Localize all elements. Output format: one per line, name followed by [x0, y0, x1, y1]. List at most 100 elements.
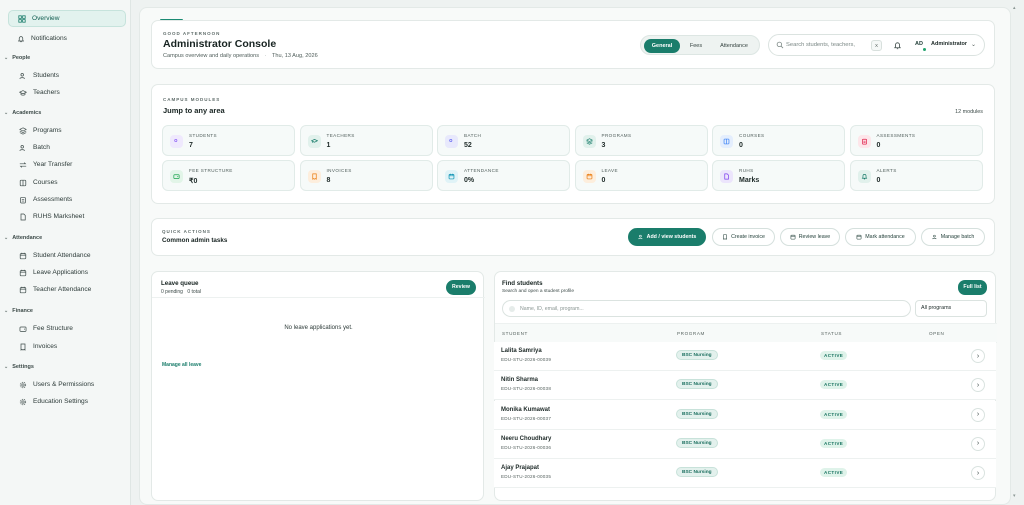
sidebar-section-attendance[interactable]: ⌄ Attendance	[4, 235, 42, 241]
document-icon	[18, 212, 27, 221]
module-tile-teachers[interactable]: TEACHERS 1	[299, 125, 433, 156]
table-row[interactable]: Ajay Prajapat EDU-STU-2026-00035 BSC Nursi…	[494, 459, 996, 489]
full-list-button[interactable]: Full list	[958, 280, 987, 295]
module-tile-alerts[interactable]: ALERTS 0	[849, 160, 983, 191]
table-row[interactable]: Nitin Sharma EDU-STU-2026-00038 BSC Nursin…	[494, 371, 996, 401]
avatar[interactable]: AD	[915, 41, 923, 47]
manage-batch-button[interactable]: Manage batch	[921, 228, 985, 246]
student-name[interactable]: Monika Kumawat	[501, 407, 550, 413]
scroll-up-arrow[interactable]: ▴	[1013, 5, 1016, 11]
receipt-icon	[307, 170, 321, 183]
program-badge: BSC Nursing	[676, 350, 718, 360]
create-invoice-button[interactable]: Create invoice	[712, 228, 775, 246]
greeting: GOOD AFTERNOON	[163, 31, 221, 36]
divider	[152, 297, 485, 298]
sidebar-section-academics[interactable]: ⌄ Academics	[4, 110, 41, 116]
sidebar-item-label: RUHS Marksheet	[33, 213, 85, 220]
student-search-input[interactable]: Name, ID, email, program...	[520, 306, 584, 312]
chevron-right-icon: ›	[976, 469, 980, 477]
sidebar-item-students[interactable]: Students	[8, 67, 126, 84]
user-role[interactable]: Administrator	[931, 41, 967, 47]
layers-icon	[582, 135, 596, 148]
module-tile-programs[interactable]: PROGRAMS 3	[574, 125, 708, 156]
table-row[interactable]: Monika Kumawat EDU-STU-2026-00037 BSC Nurs…	[494, 400, 996, 430]
module-tile-batch[interactable]: BATCH 52	[437, 125, 570, 156]
sidebar-item-users-permissions[interactable]: Users & Permissions	[8, 376, 126, 393]
module-tile-assessments[interactable]: ASSESSMENTS 0	[849, 125, 983, 156]
tab-attendance[interactable]: Attendance	[712, 39, 756, 53]
module-tile-fee-structure[interactable]: FEE STRUCTURE ₹0	[162, 160, 295, 191]
module-value: 3	[601, 142, 606, 149]
pending-count: 0 pending	[161, 289, 183, 295]
student-name[interactable]: Ajay Prajapat	[501, 465, 539, 471]
sidebar-item-notifications[interactable]: Overview Notifications	[8, 30, 126, 47]
sidebar-section-settings[interactable]: ⌄ Settings	[4, 364, 34, 370]
student-search-field[interactable]: Name, ID, email, program...	[502, 300, 911, 317]
review-button[interactable]: Review	[446, 280, 476, 295]
transfer-icon	[18, 160, 27, 169]
module-tile-ruhs[interactable]: RUHS Marks	[712, 160, 845, 191]
student-name[interactable]: Neeru Choudhary	[501, 436, 551, 442]
bell-icon	[16, 34, 25, 43]
sidebar-item-teachers[interactable]: Teachers	[8, 84, 126, 101]
sidebar-item-label: Education Settings	[33, 398, 88, 405]
open-student-button[interactable]: ›	[971, 436, 985, 451]
calendar-icon	[790, 234, 796, 240]
sidebar-item-student-attendance[interactable]: Student Attendance	[8, 247, 126, 264]
sidebar-item-assessments[interactable]: Assessments	[8, 191, 126, 208]
sidebar-item-teacher-attendance[interactable]: Teacher Attendance	[8, 281, 126, 298]
users-icon	[18, 71, 27, 80]
sidebar-item-ruhs-marksheet[interactable]: RUHS Marksheet	[8, 208, 126, 225]
open-student-button[interactable]: ›	[971, 407, 985, 422]
add-view-students-button[interactable]: Add / view students	[628, 228, 706, 246]
table-row[interactable]: Lalita Samriya EDU-STU-2026-00039 BSC Nurs…	[494, 342, 996, 371]
section-title: Settings	[12, 364, 34, 370]
open-student-button[interactable]: ›	[971, 378, 985, 393]
sidebar-item-label: Users & Permissions	[33, 381, 95, 388]
sidebar-item-year-transfer[interactable]: Year Transfer	[8, 156, 126, 173]
page-scrollbar[interactable]: ▴ ▾	[1013, 5, 1017, 499]
bell-icon[interactable]	[893, 41, 902, 52]
manage-all-leave-link[interactable]: Manage all leave	[162, 362, 201, 368]
table-row[interactable]: Neeru Choudhary EDU-STU-2026-00036 BSC Nur…	[494, 429, 996, 459]
program-filter-select[interactable]: All programs	[915, 300, 987, 317]
book-icon	[18, 178, 27, 187]
student-name[interactable]: Lalita Samriya	[501, 348, 542, 354]
module-label: INVOICES	[326, 168, 352, 173]
student-name[interactable]: Nitin Sharma	[501, 377, 538, 383]
module-tile-courses[interactable]: COURSES 0	[712, 125, 845, 156]
module-tile-leave[interactable]: LEAVE 0	[574, 160, 708, 191]
clipboard-icon	[18, 195, 27, 204]
chevron-down-icon[interactable]: ⌄	[971, 41, 976, 48]
review-leave-button[interactable]: Review leave	[780, 228, 840, 246]
chevron-down-icon: ⌄	[4, 364, 9, 370]
module-tile-invoices[interactable]: INVOICES 8	[299, 160, 433, 191]
find-students-title: Find students	[502, 280, 543, 287]
sidebar-item-courses[interactable]: Courses	[8, 174, 126, 191]
sidebar-item-overview[interactable]: Overview	[8, 10, 126, 27]
sidebar-item-programs[interactable]: Programs	[8, 122, 126, 139]
module-tile-students[interactable]: STUDENTS 7	[162, 125, 295, 156]
book-icon	[720, 135, 733, 148]
sidebar-item-education-settings[interactable]: Education Settings	[8, 393, 126, 410]
sidebar-section-people[interactable]: ⌄ People	[4, 55, 30, 61]
sidebar-item-label: Leave Applications	[33, 269, 88, 276]
column-header-student: STUDENT	[502, 331, 528, 336]
module-tile-attendance[interactable]: ATTENDANCE 0%	[437, 160, 570, 191]
open-student-button[interactable]: ›	[971, 466, 985, 481]
scroll-down-arrow[interactable]: ▾	[1013, 493, 1016, 499]
sidebar-section-finance[interactable]: ⌄ Finance	[4, 308, 33, 314]
button-label: Manage batch	[940, 234, 975, 240]
open-student-button[interactable]: ›	[971, 349, 985, 363]
tab-general[interactable]: General	[644, 39, 680, 53]
sidebar-item-fee-structure[interactable]: Fee Structure	[8, 320, 126, 337]
view-switcher: General Fees Attendance	[640, 35, 760, 55]
sidebar-item-invoices[interactable]: Invoices	[8, 338, 126, 355]
sidebar-item-leave-applications[interactable]: Leave Applications	[8, 264, 126, 281]
mark-attendance-button[interactable]: Mark attendance	[845, 228, 916, 246]
search-input[interactable]: Search students, teachers,	[786, 42, 866, 48]
module-label: COURSES	[739, 133, 765, 138]
module-value: 0	[876, 142, 881, 149]
sidebar-item-batch[interactable]: Batch	[8, 139, 126, 156]
tab-fees[interactable]: Fees	[682, 39, 710, 53]
